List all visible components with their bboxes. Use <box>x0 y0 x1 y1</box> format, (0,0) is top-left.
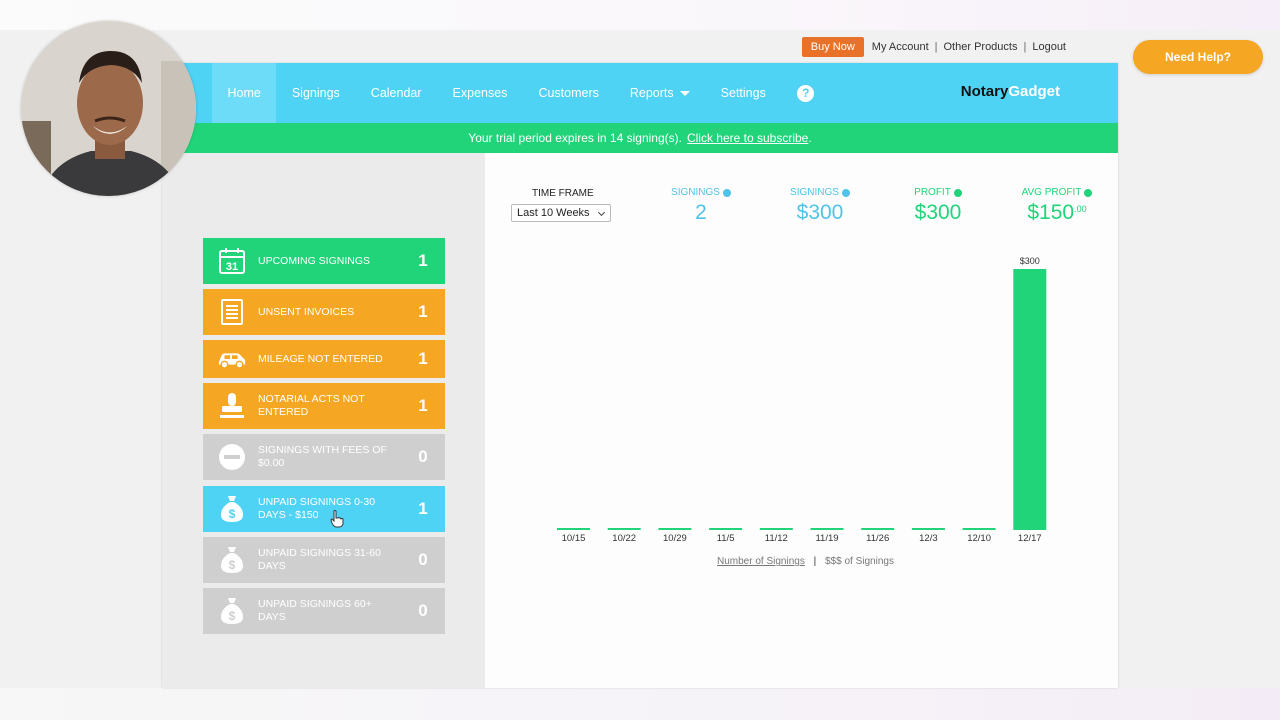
need-help-button[interactable]: Need Help? <box>1133 40 1263 74</box>
chart-tick-label: 10/15 <box>562 533 586 544</box>
tile-count: 1 <box>418 302 428 321</box>
trial-text: Your trial period expires in 14 signing(… <box>468 131 682 145</box>
invoice-icon <box>217 297 247 327</box>
svg-text:$: $ <box>229 558 236 572</box>
help-icon[interactable]: ? <box>797 84 815 102</box>
svg-text:$: $ <box>229 507 236 521</box>
tile-unpaid-31-60[interactable]: $ UNPAID SIGNINGS 31-60 DAYS 0 <box>203 537 445 583</box>
chart-tick-label: 10/29 <box>663 533 687 544</box>
chart-tick-label: 11/5 <box>717 533 735 544</box>
app-window: Home Signings Calendar Expenses Customer… <box>162 63 1118 688</box>
tile-unpaid-60-plus[interactable]: $ UNPAID SIGNINGS 60+ DAYS 0 <box>203 588 445 634</box>
tile-count: 1 <box>418 396 428 415</box>
chart-tick-label: 10/22 <box>612 533 636 544</box>
tile-count: 1 <box>418 349 428 368</box>
trial-period: . <box>808 131 812 145</box>
nav-reports[interactable]: Reports <box>614 63 705 123</box>
dashboard-panel: TIME FRAME Last 10 Weeks SIGNINGS 2 SIGN… <box>485 153 1118 688</box>
nav-reports-label: Reports <box>629 86 674 100</box>
chevron-down-icon <box>679 90 690 96</box>
signings-chart: 10/15 10/22 10/29 11/5 11/12 11/19 11/26 12/3 12… <box>557 256 1047 544</box>
tile-label: UNPAID SIGNINGS 60+ DAYS <box>258 598 372 623</box>
logo: NotaryGadget <box>961 83 1060 100</box>
account-bar: Buy Now My Account | Other Products | Lo… <box>801 37 1066 57</box>
tile-zero-fee-signings[interactable]: SIGNINGS WITH FEES OF $0.00 0 <box>203 434 445 480</box>
webcam-avatar <box>21 21 196 196</box>
nav-signings[interactable]: Signings <box>276 63 355 123</box>
chart-tick-label: 11/19 <box>815 533 838 544</box>
tile-count: 0 <box>418 601 428 620</box>
chart-bar-11/19[interactable] <box>810 528 844 530</box>
logo-part-gadget: Gadget <box>1008 83 1060 100</box>
tile-label: NOTARIAL ACTS NOT ENTERED <box>258 393 365 418</box>
tile-notarial-acts-not-entered[interactable]: NOTARIAL ACTS NOT ENTERED 1 <box>203 383 445 429</box>
main-nav: Home Signings Calendar Expenses Customer… <box>162 63 1118 123</box>
my-account-link[interactable]: My Account <box>872 41 929 53</box>
tile-label: SIGNINGS WITH FEES OF $0.00 <box>258 444 387 469</box>
chart-bar-11/26[interactable] <box>861 528 895 530</box>
alerts-panel: 31 UPCOMING SIGNINGS 1 UNSENT INVOICES 1… <box>162 153 485 688</box>
money-bag-icon: $ <box>217 494 247 524</box>
chart-bar-10/29[interactable] <box>658 528 692 530</box>
tile-count: 1 <box>418 499 428 518</box>
chart-bar-12/3[interactable] <box>911 528 945 530</box>
page-top-strip <box>0 0 1280 30</box>
tile-unpaid-0-30[interactable]: $ UNPAID SIGNINGS 0-30 DAYS - $150 1 <box>203 486 445 532</box>
chart-toggle: Number of Signings | $$$ of Signings <box>717 556 894 567</box>
tile-label: UPCOMING SIGNINGS <box>258 254 371 267</box>
chart-bar-11/5[interactable] <box>709 528 743 530</box>
chart-bar-10/15[interactable] <box>557 528 590 530</box>
chart-data-label: $300 <box>1020 256 1040 266</box>
separator: | <box>813 556 817 567</box>
tile-count: 0 <box>418 447 428 466</box>
dollars-of-signings-link[interactable]: $$$ of Signings <box>825 556 894 567</box>
money-bag-icon: $ <box>217 545 247 575</box>
minus-circle-icon <box>217 442 247 472</box>
tile-label: MILEAGE NOT ENTERED <box>258 352 383 365</box>
nav-expenses[interactable]: Expenses <box>437 63 523 123</box>
separator: | <box>1023 41 1027 53</box>
tile-mileage-not-entered[interactable]: MILEAGE NOT ENTERED 1 <box>203 340 445 378</box>
chart-tick-label: 12/17 <box>1018 533 1042 544</box>
page-bottom-strip <box>0 688 1280 720</box>
nav-home[interactable]: Home <box>212 63 277 123</box>
nav-customers[interactable]: Customers <box>523 63 614 123</box>
tile-count: 0 <box>418 550 428 569</box>
buy-now-button[interactable]: Buy Now <box>801 37 864 57</box>
tile-label: UNPAID SIGNINGS 31-60 DAYS <box>258 547 381 572</box>
calendar-icon-text: 31 <box>226 261 238 273</box>
number-of-signings-link[interactable]: Number of Signings <box>717 556 805 567</box>
separator: | <box>934 41 938 53</box>
chart-tick-label: 12/3 <box>919 533 938 544</box>
money-bag-icon: $ <box>217 596 247 626</box>
calendar-icon: 31 <box>217 246 247 276</box>
chart-tick-label: 11/12 <box>765 533 788 544</box>
chart-tick-label: 11/26 <box>866 533 889 544</box>
tile-count: 1 <box>418 251 428 270</box>
svg-text:$: $ <box>229 609 236 623</box>
other-products-link[interactable]: Other Products <box>944 41 1018 53</box>
trial-banner: Your trial period expires in 14 signing(… <box>162 123 1118 153</box>
chart-bar-12/10[interactable] <box>962 528 996 530</box>
chart-bar-10/22[interactable] <box>607 528 641 530</box>
tile-upcoming-signings[interactable]: 31 UPCOMING SIGNINGS 1 <box>203 238 445 284</box>
car-icon <box>217 344 247 374</box>
nav-settings[interactable]: Settings <box>705 63 781 123</box>
logout-link[interactable]: Logout <box>1032 41 1066 53</box>
chart-bar-11/12[interactable] <box>759 528 793 530</box>
subscribe-link[interactable]: Click here to subscribe <box>687 131 808 145</box>
chart-bar-12/17[interactable] <box>1013 269 1047 530</box>
logo-part-notary: Notary <box>960 83 1009 100</box>
nav-calendar[interactable]: Calendar <box>355 63 437 123</box>
tile-unsent-invoices[interactable]: UNSENT INVOICES 1 <box>203 289 445 335</box>
chart-tick-label: 12/10 <box>967 533 991 544</box>
hand-cursor-icon <box>330 510 344 528</box>
stamp-icon <box>217 391 247 421</box>
tile-label: UNSENT INVOICES <box>258 305 355 318</box>
